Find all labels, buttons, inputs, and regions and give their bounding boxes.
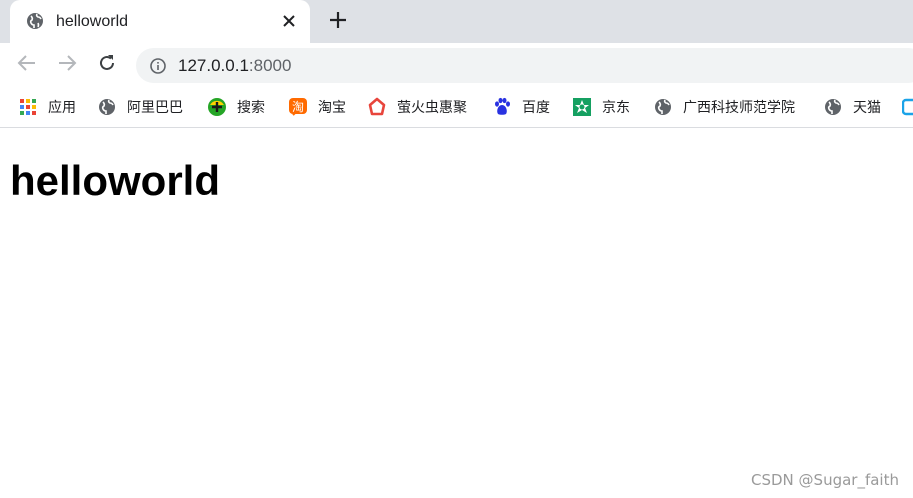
baidu-paw-icon (492, 97, 512, 117)
tab-title: helloworld (56, 13, 129, 30)
search-360-icon (207, 97, 227, 117)
bookmark-label: 淘宝 (318, 100, 346, 116)
url-host: 127.0.0.1 (178, 56, 249, 75)
watermark: CSDN @Sugar_faith (751, 471, 899, 489)
bookmark-jd[interactable]: 京东 (572, 96, 630, 118)
close-icon[interactable] (280, 12, 298, 30)
page-content: helloworld (0, 128, 913, 498)
url-text[interactable]: 127.0.0.1:8000 (178, 56, 291, 76)
address-bar[interactable]: 127.0.0.1:8000 (136, 48, 913, 83)
globe-icon (823, 97, 843, 117)
back-button[interactable] (15, 53, 39, 77)
bookmark-label: 萤火虫惠聚 (397, 100, 467, 116)
bookmark-gxstnu[interactable]: 广西科技师范学院 (653, 96, 795, 118)
bookmark-apps[interactable]: 应用 (18, 96, 76, 118)
page-heading: helloworld (10, 157, 220, 204)
bookmark-alibaba[interactable]: 阿里巴巴 (97, 96, 183, 118)
apps-grid-icon (18, 97, 38, 117)
bookmark-taobao[interactable]: 淘 淘宝 (288, 96, 346, 118)
back-arrow-icon (17, 53, 37, 78)
forward-arrow-icon (57, 53, 77, 78)
svg-text:淘: 淘 (292, 100, 304, 114)
globe-icon (26, 12, 44, 30)
bookmark-firefly[interactable]: 萤火虫惠聚 (367, 96, 467, 118)
globe-icon (97, 97, 117, 117)
bookmark-label: 京东 (602, 100, 630, 116)
bookmark-search[interactable]: 搜索 (207, 96, 265, 118)
bookmark-tmall[interactable]: 天猫 (823, 96, 881, 118)
info-icon[interactable] (150, 58, 166, 74)
toolbar: 127.0.0.1:8000 (0, 43, 913, 87)
bookmark-label: 百度 (522, 100, 550, 116)
reload-button[interactable] (95, 53, 119, 77)
bookmark-label: 阿里巴巴 (127, 100, 183, 116)
url-port: :8000 (248, 56, 292, 75)
bookmark-label: 搜索 (237, 100, 265, 116)
bookmark-label: 广西科技师范学院 (683, 100, 795, 116)
new-tab-button[interactable] (326, 10, 350, 34)
bookmark-overflow-partial[interactable] (902, 97, 913, 117)
globe-icon (653, 97, 673, 117)
firefly-icon (367, 97, 387, 117)
tab-helloworld[interactable]: helloworld (10, 0, 310, 43)
plus-icon (329, 11, 347, 34)
bookmark-label: 天猫 (853, 100, 881, 116)
taobao-icon: 淘 (288, 97, 308, 117)
jd-icon (572, 97, 592, 117)
bookmark-baidu[interactable]: 百度 (492, 96, 550, 118)
bookmarks-bar: 应用 阿里巴巴 搜索 淘 淘宝 萤火虫惠聚 百度 京东 广西科技师范学院 天猫 (0, 87, 913, 128)
reload-icon (97, 53, 117, 78)
tab-strip: helloworld (0, 0, 913, 43)
bookmark-label: 应用 (48, 100, 76, 116)
forward-button[interactable] (55, 53, 79, 77)
